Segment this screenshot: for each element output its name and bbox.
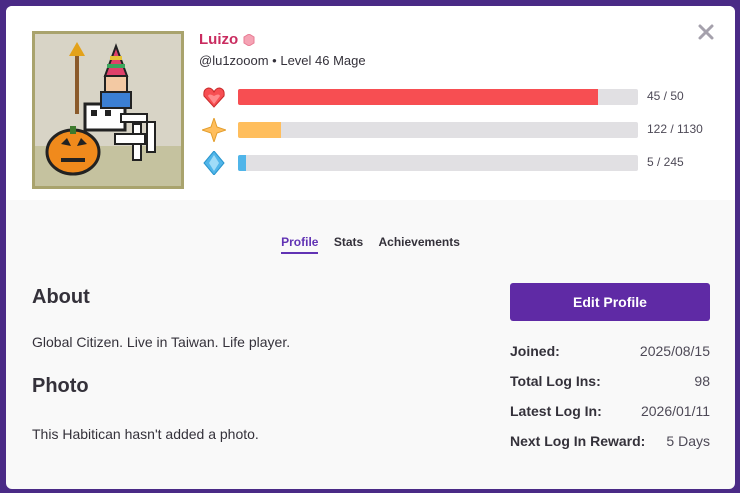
experience-fill (238, 122, 282, 138)
heart-icon (203, 87, 225, 108)
tab-achievements[interactable]: Achievements (379, 235, 460, 252)
info-value: 5 Days (666, 433, 710, 449)
info-row-latest-log-in: Latest Log In: 2026/01/11 (510, 403, 710, 423)
profile-modal: Luizo @lu1zooom • Level 46 Mage 45 / 50 … (6, 6, 735, 489)
health-fill (238, 89, 598, 105)
star-icon (202, 118, 226, 142)
profile-tabs: Profile Stats Achievements (6, 235, 735, 254)
display-name[interactable]: Luizo (199, 31, 238, 48)
avatar-art (35, 34, 181, 186)
photo-heading: Photo (32, 375, 89, 397)
info-label: Total Log Ins: (510, 373, 601, 389)
health-value: 45 / 50 (647, 89, 684, 103)
experience-bar: 122 / 1130 (202, 118, 722, 142)
info-value: 98 (694, 373, 710, 389)
mana-track (238, 155, 638, 171)
photo-text: This Habitican hasn't added a photo. (32, 426, 259, 442)
profile-header: Luizo @lu1zooom • Level 46 Mage 45 / 50 … (6, 6, 735, 200)
info-label: Joined: (510, 343, 560, 359)
info-value: 2026/01/11 (640, 403, 710, 419)
avatar[interactable] (32, 31, 184, 189)
info-row-total-log-ins: Total Log Ins: 98 (510, 373, 710, 393)
experience-track (238, 122, 638, 138)
info-label: Latest Log In: (510, 403, 602, 419)
info-label: Next Log In Reward: (510, 433, 646, 449)
health-bar: 45 / 50 (202, 85, 722, 109)
contributor-gem-icon (243, 34, 255, 46)
mana-gem-icon (203, 151, 225, 175)
experience-value: 122 / 1130 (647, 122, 703, 136)
mana-bar: 5 / 245 (202, 151, 722, 175)
close-icon[interactable] (697, 23, 715, 41)
user-handle-level: @lu1zooom • Level 46 Mage (199, 53, 366, 68)
about-heading: About (32, 286, 90, 308)
mana-value: 5 / 245 (647, 155, 684, 169)
info-value: 2025/08/15 (639, 343, 710, 359)
tab-profile[interactable]: Profile (281, 235, 319, 254)
info-row-next-reward: Next Log In Reward: 5 Days (510, 433, 710, 453)
tab-stats[interactable]: Stats (334, 235, 363, 252)
mana-fill (238, 155, 246, 171)
health-track (238, 89, 638, 105)
edit-profile-button[interactable]: Edit Profile (510, 283, 710, 321)
info-row-joined: Joined: 2025/08/15 (510, 343, 710, 363)
about-text: Global Citizen. Live in Taiwan. Life pla… (32, 334, 291, 350)
